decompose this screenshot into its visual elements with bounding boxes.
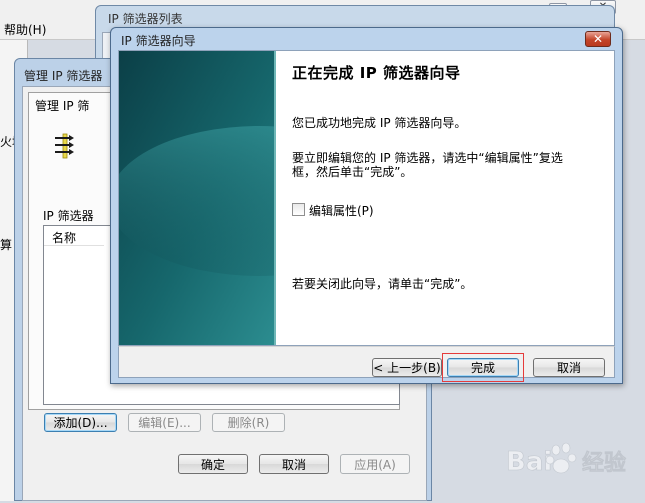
ip-filter-group-label: IP 筛选器	[43, 209, 94, 223]
watermark: Bai 经验	[500, 430, 640, 500]
wizard-heading: 正在完成 IP 筛选器向导	[292, 64, 461, 82]
back-button[interactable]: < 上一步(B)	[372, 358, 442, 377]
add-button[interactable]: 添加(D)...	[44, 413, 117, 432]
close-icon[interactable]: ✕	[585, 31, 611, 47]
manage-dialog-title: 管理 IP 筛选器	[24, 69, 103, 83]
svg-text:Bai: Bai	[506, 447, 552, 477]
ip-filter-list-title: IP 筛选器列表	[108, 12, 183, 26]
ip-filter-icon	[53, 132, 77, 160]
manage-cancel-button[interactable]: 取消	[259, 454, 329, 474]
wizard-cancel-button[interactable]: 取消	[533, 358, 605, 377]
finish-highlight-box	[442, 353, 524, 382]
wizard-close-instruction: 若要关闭此向导，请单击“完成”。	[292, 277, 473, 291]
wizard-title: IP 筛选器向导	[121, 34, 196, 48]
remove-button[interactable]: 删除(R)	[212, 413, 285, 432]
edit-properties-label[interactable]: 编辑属性(P)	[309, 202, 374, 219]
wizard-edit-instruction-line2: 框，然后单击“完成”。	[292, 165, 413, 179]
menu-help[interactable]: 帮助(H)	[4, 21, 46, 38]
manage-tab-label[interactable]: 管理 IP 筛	[35, 97, 89, 114]
edit-button[interactable]: 编辑(E)...	[128, 413, 201, 432]
wizard-success-text: 您已成功地完成 IP 筛选器向导。	[292, 116, 467, 130]
column-header-name[interactable]: 名称	[44, 226, 104, 246]
left-fragment-calc: 算	[0, 238, 13, 252]
wizard-side-graphic	[119, 51, 276, 345]
svg-text:经验: 经验	[582, 450, 626, 476]
ok-button[interactable]: 确定	[178, 454, 248, 474]
apply-button[interactable]: 应用(A)	[340, 454, 410, 474]
edit-properties-checkbox[interactable]	[292, 203, 305, 216]
